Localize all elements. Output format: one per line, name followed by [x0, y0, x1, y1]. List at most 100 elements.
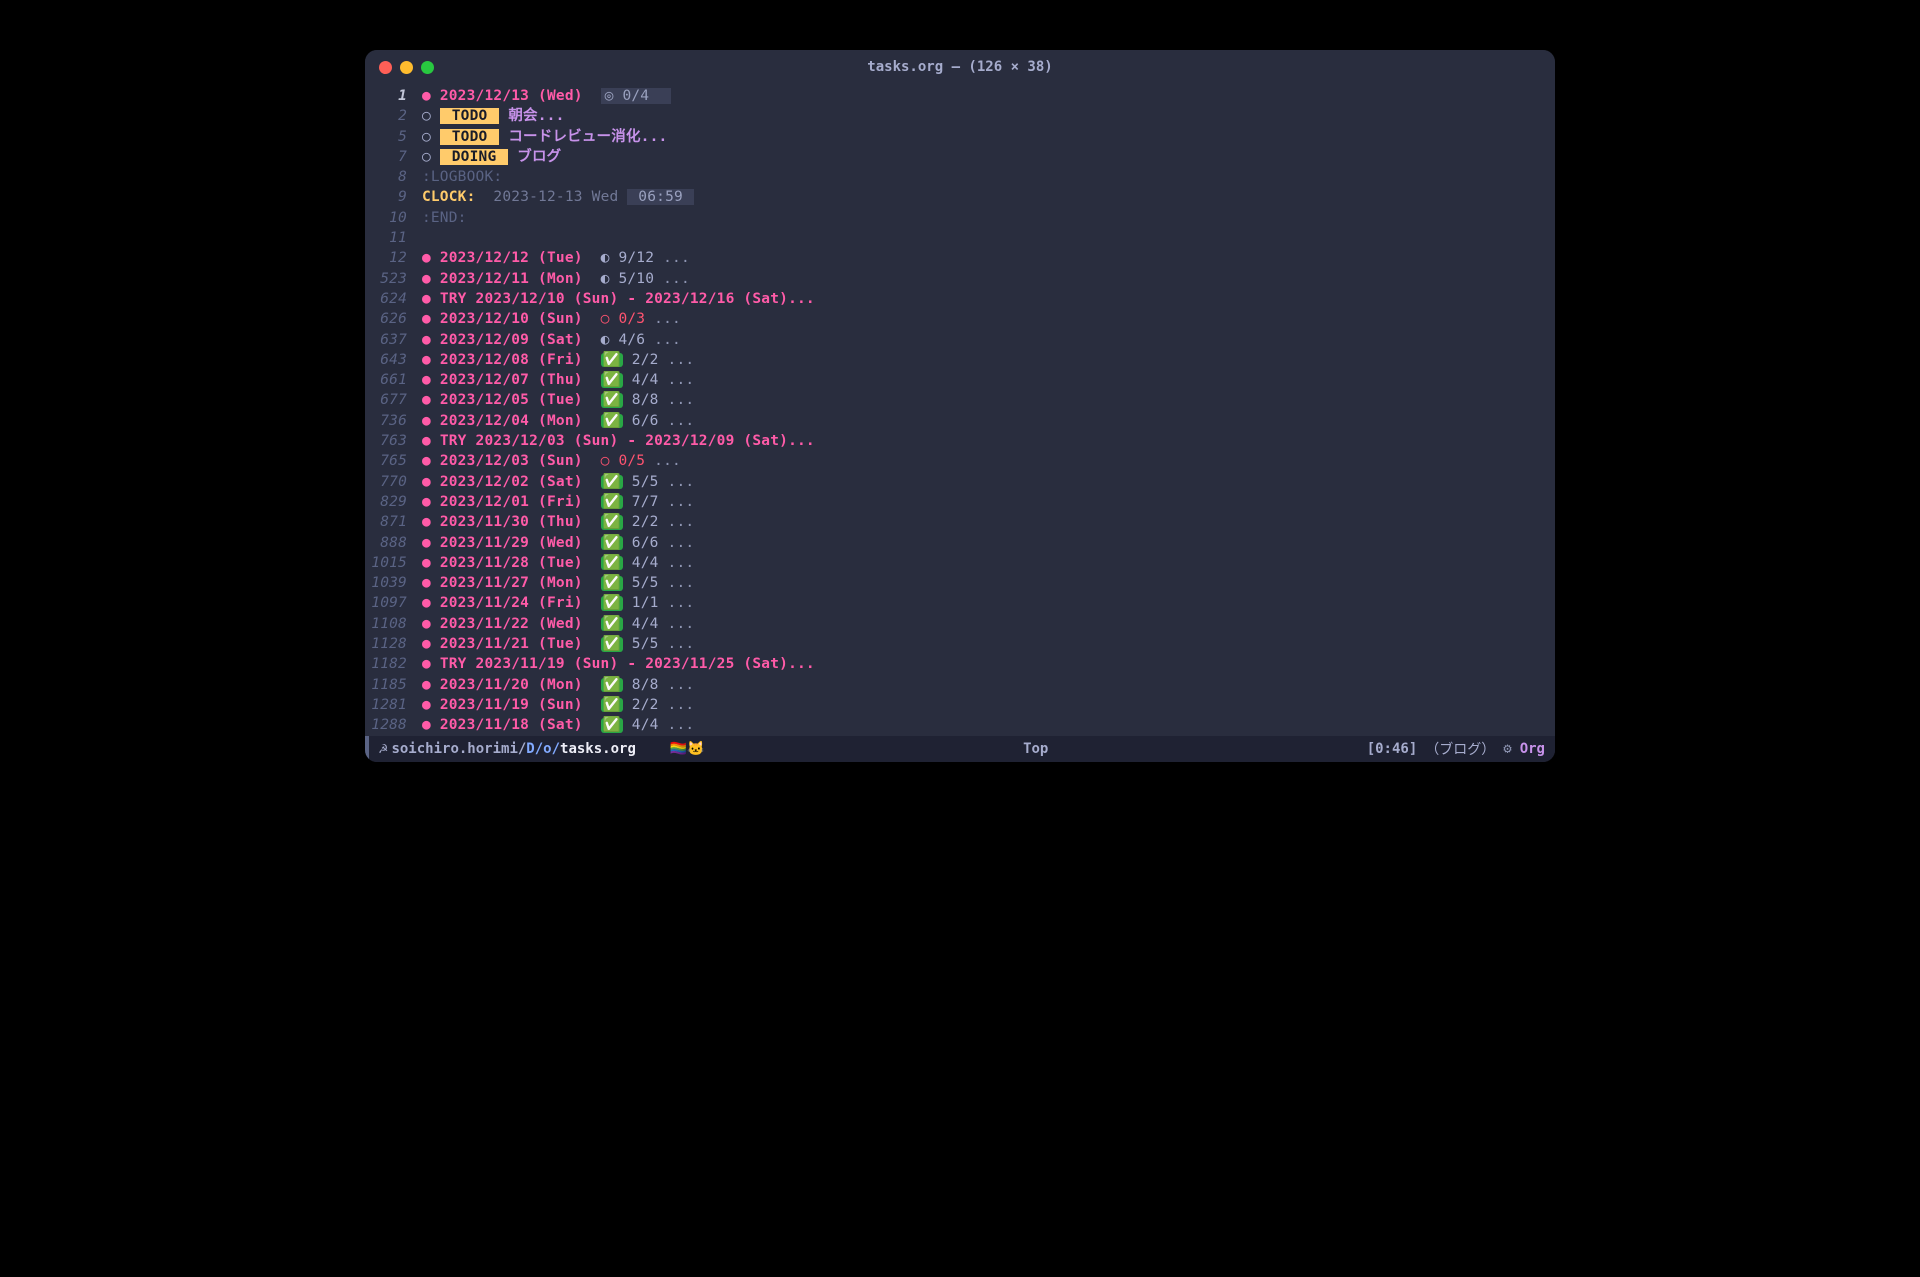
line-number: 829 — [371, 492, 413, 512]
editor-line[interactable]: 1015 ● 2023/11/28 (Tue) ✅ 4/4 ... — [365, 553, 1555, 573]
line-number: 1128 — [371, 634, 413, 654]
editor-line[interactable]: 1185 ● 2023/11/20 (Mon) ✅ 8/8 ... — [365, 675, 1555, 695]
editor-line[interactable]: 643 ● 2023/12/08 (Fri) ✅ 2/2 ... — [365, 350, 1555, 370]
editor-line[interactable]: 1039 ● 2023/11/27 (Mon) ✅ 5/5 ... — [365, 573, 1555, 593]
line-number: 1182 — [371, 654, 413, 674]
line-number: 9 — [371, 187, 413, 207]
line-content: ○ TODO 朝会... — [413, 106, 565, 126]
editor-line[interactable]: 1108 ● 2023/11/22 (Wed) ✅ 4/4 ... — [365, 614, 1555, 634]
close-button[interactable] — [379, 61, 392, 74]
editor-line[interactable]: 1 ● 2023/12/13 (Wed) ◎ 0/4 — [365, 86, 1555, 106]
editor-line[interactable]: 1281 ● 2023/11/19 (Sun) ✅ 2/2 ... — [365, 695, 1555, 715]
line-content: ● 2023/11/21 (Tue) ✅ 5/5 ... — [413, 634, 694, 654]
line-content: ● 2023/11/18 (Sat) ✅ 4/4 ... — [413, 715, 694, 735]
line-content: ● 2023/11/28 (Tue) ✅ 4/4 ... — [413, 553, 694, 573]
line-number: 1288 — [371, 715, 413, 735]
maximize-button[interactable] — [421, 61, 434, 74]
line-content: ○ TODO コードレビュー消化... — [413, 127, 667, 147]
line-content: ● 2023/11/30 (Thu) ✅ 2/2 ... — [413, 512, 694, 532]
line-number: 763 — [371, 431, 413, 451]
line-content: :END: — [413, 208, 467, 228]
editor-line[interactable]: 5 ○ TODO コードレビュー消化... — [365, 127, 1555, 147]
editor-line[interactable]: 8 :LOGBOOK: — [365, 167, 1555, 187]
line-number: 1039 — [371, 573, 413, 593]
editor-line[interactable]: 9 CLOCK: 2023-12-13 Wed 06:59 — [365, 187, 1555, 207]
line-content: ● 2023/11/29 (Wed) ✅ 6/6 ... — [413, 533, 694, 553]
line-number: 8 — [371, 167, 413, 187]
line-number: 765 — [371, 451, 413, 471]
modeline-right: [0:46] （ブログ） ⚙ Org — [1367, 739, 1545, 759]
line-content: ● 2023/11/19 (Sun) ✅ 2/2 ... — [413, 695, 694, 715]
editor-line[interactable]: 523 ● 2023/12/11 (Mon) ◐ 5/10 ... — [365, 269, 1555, 289]
editor-line[interactable]: 624 ● TRY 2023/12/10 (Sun) - 2023/12/16 … — [365, 289, 1555, 309]
line-number: 1 — [371, 86, 413, 106]
editor-line[interactable]: 1182 ● TRY 2023/11/19 (Sun) - 2023/11/25… — [365, 654, 1555, 674]
editor-line[interactable]: 626 ● 2023/12/10 (Sun) ○ 0/3 ... — [365, 309, 1555, 329]
line-number: 661 — [371, 370, 413, 390]
editor-line[interactable]: 12 ● 2023/12/12 (Tue) ◐ 9/12 ... — [365, 248, 1555, 268]
line-number: 624 — [371, 289, 413, 309]
nyan-cat-icon: 🏳️‍🌈🐱 — [670, 741, 705, 757]
line-content: ● 2023/12/12 (Tue) ◐ 9/12 ... — [413, 248, 690, 268]
line-number: 2 — [371, 106, 413, 126]
line-content: ● 2023/12/05 (Tue) ✅ 8/8 ... — [413, 390, 694, 410]
line-number: 10 — [371, 208, 413, 228]
editor-line[interactable]: 1288 ● 2023/11/18 (Sat) ✅ 4/4 ... — [365, 715, 1555, 735]
line-content: ● 2023/11/22 (Wed) ✅ 4/4 ... — [413, 614, 694, 634]
editor-line[interactable]: 871 ● 2023/11/30 (Thu) ✅ 2/2 ... — [365, 512, 1555, 532]
modeline-clock: [0:46] — [1367, 741, 1418, 757]
line-number: 11 — [371, 228, 413, 248]
line-content: ● TRY 2023/12/10 (Sun) - 2023/12/16 (Sat… — [413, 289, 815, 309]
line-content: ● 2023/12/09 (Sat) ◐ 4/6 ... — [413, 330, 681, 350]
evil-indicator-icon: ☭ — [379, 741, 387, 757]
line-number: 736 — [371, 411, 413, 431]
line-content: ● 2023/12/01 (Fri) ✅ 7/7 ... — [413, 492, 694, 512]
line-number: 637 — [371, 330, 413, 350]
modeline-left: ☭ soichiro.horimi/D/o/tasks.org 🏳️‍🌈🐱 — [379, 741, 705, 757]
editor-line[interactable]: 2 ○ TODO 朝会... — [365, 106, 1555, 126]
major-mode: Org — [1520, 741, 1545, 757]
editor-line[interactable]: 661 ● 2023/12/07 (Thu) ✅ 4/4 ... — [365, 370, 1555, 390]
editor-line[interactable]: 829 ● 2023/12/01 (Fri) ✅ 7/7 ... — [365, 492, 1555, 512]
editor-line[interactable]: 1128 ● 2023/11/21 (Tue) ✅ 5/5 ... — [365, 634, 1555, 654]
line-number: 643 — [371, 350, 413, 370]
line-content: ● 2023/11/20 (Mon) ✅ 8/8 ... — [413, 675, 694, 695]
editor-line[interactable]: 770 ● 2023/12/02 (Sat) ✅ 5/5 ... — [365, 472, 1555, 492]
line-number: 1015 — [371, 553, 413, 573]
line-content: ● 2023/12/10 (Sun) ○ 0/3 ... — [413, 309, 681, 329]
gear-icon[interactable]: ⚙ — [1503, 741, 1511, 757]
editor-line[interactable]: 736 ● 2023/12/04 (Mon) ✅ 6/6 ... — [365, 411, 1555, 431]
titlebar[interactable]: tasks.org — (126 × 38) — [365, 50, 1555, 84]
line-content: CLOCK: 2023-12-13 Wed 06:59 — [413, 187, 694, 207]
line-content: ● 2023/12/04 (Mon) ✅ 6/6 ... — [413, 411, 694, 431]
line-number: 1185 — [371, 675, 413, 695]
line-content — [413, 228, 422, 248]
editor-line[interactable]: 10 :END: — [365, 208, 1555, 228]
line-number: 5 — [371, 127, 413, 147]
editor-line[interactable]: 637 ● 2023/12/09 (Sat) ◐ 4/6 ... — [365, 330, 1555, 350]
editor-content[interactable]: 1 ● 2023/12/13 (Wed) ◎ 0/4 2 ○ TODO 朝会..… — [365, 84, 1555, 736]
editor-line[interactable]: 1097 ● 2023/11/24 (Fri) ✅ 1/1 ... — [365, 593, 1555, 613]
editor-line[interactable]: 11 — [365, 228, 1555, 248]
editor-line[interactable]: 888 ● 2023/11/29 (Wed) ✅ 6/6 ... — [365, 533, 1555, 553]
line-content: ● TRY 2023/12/03 (Sun) - 2023/12/09 (Sat… — [413, 431, 815, 451]
editor-line[interactable]: 677 ● 2023/12/05 (Tue) ✅ 8/8 ... — [365, 390, 1555, 410]
line-content: ○ DOING ブログ — [413, 147, 561, 167]
modeline: ☭ soichiro.horimi/D/o/tasks.org 🏳️‍🌈🐱 To… — [365, 736, 1555, 762]
line-content: ● 2023/11/27 (Mon) ✅ 5/5 ... — [413, 573, 694, 593]
line-content: ● 2023/12/08 (Fri) ✅ 2/2 ... — [413, 350, 694, 370]
line-content: ● 2023/12/13 (Wed) ◎ 0/4 — [413, 86, 671, 106]
editor-line[interactable]: 765 ● 2023/12/03 (Sun) ○ 0/5 ... — [365, 451, 1555, 471]
modeline-path: soichiro.horimi/D/o/tasks.org — [391, 741, 635, 757]
modeline-task: （ブログ） — [1425, 739, 1495, 759]
line-number: 1281 — [371, 695, 413, 715]
line-content: :LOGBOOK: — [413, 167, 502, 187]
line-content: ● 2023/12/11 (Mon) ◐ 5/10 ... — [413, 269, 690, 289]
editor-line[interactable]: 7 ○ DOING ブログ — [365, 147, 1555, 167]
editor-line[interactable]: 763 ● TRY 2023/12/03 (Sun) - 2023/12/09 … — [365, 431, 1555, 451]
line-number: 871 — [371, 512, 413, 532]
traffic-lights — [379, 61, 434, 74]
terminal-window: tasks.org — (126 × 38) 1 ● 2023/12/13 (W… — [365, 50, 1555, 762]
minimize-button[interactable] — [400, 61, 413, 74]
line-number: 12 — [371, 248, 413, 268]
